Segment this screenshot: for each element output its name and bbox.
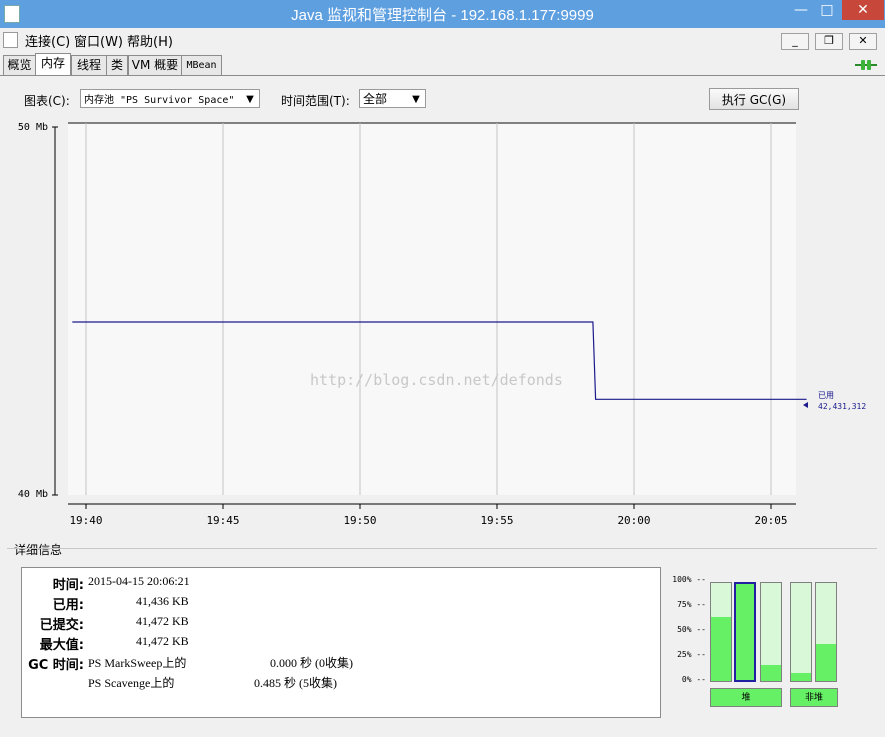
frame-restore-button[interactable]: ❐ <box>815 33 843 50</box>
tab-threads[interactable]: 线程 <box>71 55 107 75</box>
gc-collector-value: 0.485 秒 (5收集) <box>254 676 337 690</box>
chart-select[interactable]: 内存池 "PS Survivor Space" ▼ <box>80 89 260 108</box>
memory-usage-bars: 100% -- 75% -- 50% -- 25% -- 0% -- 堆 非堆 <box>668 575 848 715</box>
time-range-value: 全部 <box>363 92 388 106</box>
pct-label: 50% -- <box>677 625 706 634</box>
menu-bar: 连接(C) 窗口(W) 帮助(H) <box>0 28 885 50</box>
x-tick-label: 19:55 <box>480 514 513 527</box>
x-tick-label: 19:40 <box>69 514 102 527</box>
internal-frame-icon[interactable] <box>3 32 18 48</box>
gc-time-key: GC 时间: <box>28 658 84 673</box>
tab-vm-summary[interactable]: VM 概要 <box>128 55 182 75</box>
bar-fill <box>711 617 731 681</box>
memory-chart: 50 Mb 40 Mb 19:40 19:45 19:50 19:55 20:00 20:… <box>18 122 866 527</box>
y-tick-label-min: 40 Mb <box>18 489 48 500</box>
perform-gc-button[interactable]: 执行 GC(G) <box>709 88 799 110</box>
chevron-down-icon: ▼ <box>246 94 254 105</box>
x-tick-label: 19:50 <box>343 514 376 527</box>
menu-window[interactable]: 窗口(W) <box>74 31 123 50</box>
details-row-used: 已用: 41,436 KB <box>22 594 660 614</box>
nonheap-bar-perm[interactable] <box>815 582 837 682</box>
gc-collector-value: 0.000 秒 (0收集) <box>270 656 353 670</box>
time-range-select[interactable]: 全部 ▼ <box>359 89 426 108</box>
details-panel: 时间: 2015-04-15 20:06:21 已用: 41,436 KB 已提… <box>21 567 661 718</box>
tab-overview[interactable]: 概览 <box>3 55 36 75</box>
frame-minimize-button[interactable]: _ <box>781 33 809 50</box>
used-key: 已用: <box>52 598 84 613</box>
title-bar: Java 监视和管理控制台 - 192.168.1.177:9999 — □ ✕ <box>0 0 885 28</box>
menu-connection[interactable]: 连接(C) <box>25 31 70 50</box>
pct-label: 0% -- <box>681 675 706 684</box>
watermark: http://blog.csdn.net/defonds <box>310 371 563 389</box>
pct-label: 25% -- <box>677 650 706 659</box>
minimize-button[interactable]: — <box>792 0 810 20</box>
close-button[interactable]: ✕ <box>842 0 884 20</box>
time-value: 2015-04-15 20:06:21 <box>88 574 190 588</box>
bar-fill <box>816 643 836 681</box>
gc-collector-name: PS MarkSweep上的 <box>88 656 187 670</box>
committed-key: 已提交: <box>39 618 84 633</box>
frame-close-button[interactable]: ✕ <box>849 33 877 50</box>
current-value-marker-icon <box>803 402 808 408</box>
y-tick-label-max: 50 Mb <box>18 122 48 133</box>
x-tick-label: 19:45 <box>206 514 239 527</box>
time-key: 时间: <box>52 578 84 593</box>
heap-bar-old[interactable] <box>760 582 782 682</box>
chart-select-value: 内存池 "PS Survivor Space" <box>84 95 235 106</box>
chart-select-label: 图表(C): <box>24 94 70 108</box>
max-value: 41,472 KB <box>136 634 189 648</box>
tab-mbean[interactable]: MBean <box>181 55 222 75</box>
details-row-max: 最大值: 41,472 KB <box>22 634 660 654</box>
details-row-gc: GC 时间: PS MarkSweep上的 0.000 秒 (0收集) <box>22 654 660 674</box>
bar-fill <box>736 584 754 680</box>
current-series-label: 已用 <box>818 391 834 400</box>
tab-classes[interactable]: 类 <box>106 55 128 75</box>
nonheap-button[interactable]: 非堆 <box>790 688 838 707</box>
tab-divider <box>0 75 885 76</box>
plot-area <box>68 123 796 495</box>
maximize-button[interactable]: □ <box>818 0 836 20</box>
max-key: 最大值: <box>39 638 84 653</box>
heap-bar-survivor[interactable] <box>734 582 756 682</box>
time-range-label: 时间范围(T): <box>281 94 350 108</box>
heap-button[interactable]: 堆 <box>710 688 782 707</box>
tab-memory[interactable]: 内存 <box>35 53 71 76</box>
window-title: Java 监视和管理控制台 - 192.168.1.177:9999 <box>291 7 594 24</box>
used-value: 41,436 KB <box>136 594 189 608</box>
details-row-committed: 已提交: 41,472 KB <box>22 614 660 634</box>
x-tick-label: 20:00 <box>617 514 650 527</box>
current-value-label: 42,431,312 <box>818 402 866 411</box>
committed-value: 41,472 KB <box>136 614 189 628</box>
bar-fill <box>761 665 781 681</box>
bar-fill <box>791 673 811 681</box>
details-row-time: 时间: 2015-04-15 20:06:21 <box>22 574 660 594</box>
pct-label: 75% -- <box>677 600 706 609</box>
details-row-gc-2: PS Scavenge上的 0.485 秒 (5收集) <box>22 674 660 694</box>
chevron-down-icon: ▼ <box>412 94 420 105</box>
gc-collector-name: PS Scavenge上的 <box>88 676 175 690</box>
pct-label: 100% -- <box>672 575 706 584</box>
x-tick-label: 20:05 <box>754 514 787 527</box>
heap-bar-eden[interactable] <box>710 582 732 682</box>
menu-help[interactable]: 帮助(H) <box>127 31 173 50</box>
nonheap-bar-code[interactable] <box>790 582 812 682</box>
connection-status-icon <box>855 60 877 70</box>
